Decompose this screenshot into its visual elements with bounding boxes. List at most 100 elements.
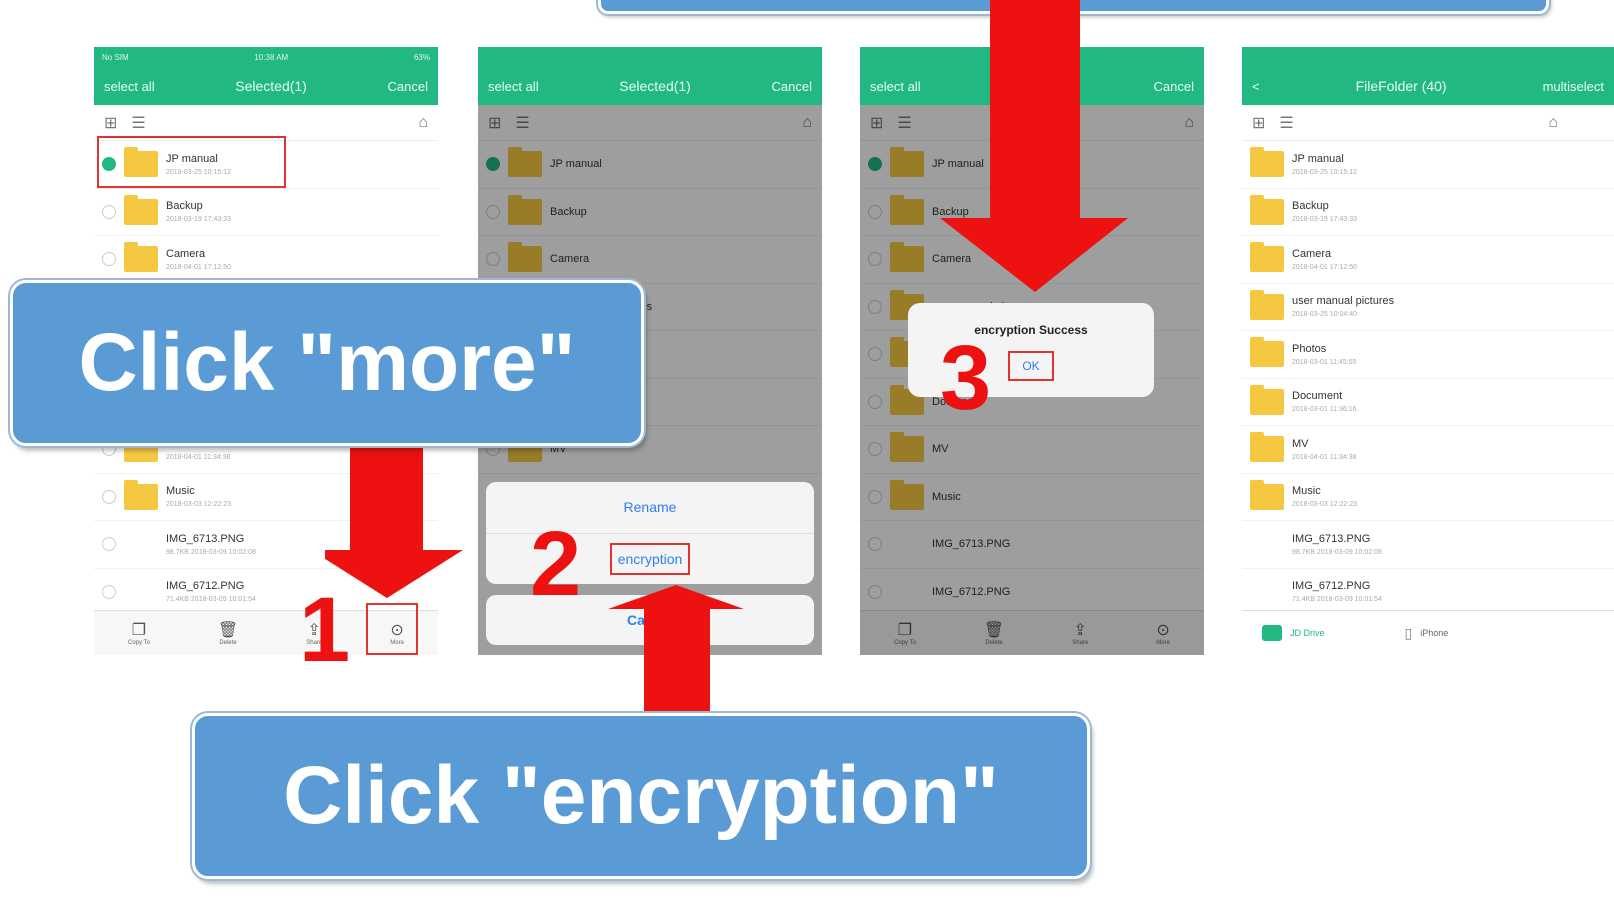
status-bar bbox=[1242, 47, 1614, 67]
select-all-button[interactable]: select all bbox=[488, 79, 539, 94]
item-date: 2018-04-01 11:34:38 bbox=[1292, 453, 1357, 461]
select-all-button[interactable]: select all bbox=[104, 79, 155, 94]
list-item[interactable]: user manual pictures 2018-03-25 10:04:40 bbox=[1242, 284, 1614, 331]
new-folder-icon[interactable]: ⊞ bbox=[1252, 113, 1265, 133]
sort-icon[interactable]: ☰ bbox=[131, 113, 145, 133]
delete-button[interactable]: 🗑 Delete bbox=[218, 620, 238, 646]
item-date: 2018-03-25 10:15:12 bbox=[1292, 168, 1357, 176]
list-item[interactable]: IMG_6713.PNG 98.7KB 2018-03-09 10:02:08 bbox=[1242, 521, 1614, 569]
item-meta: user manual pictures 2018-03-25 10:04:40 bbox=[1292, 295, 1394, 318]
step-3-label: 3 bbox=[940, 327, 992, 429]
item-date: 2018-03-19 17:43:33 bbox=[166, 216, 231, 224]
carrier-label: No SIM bbox=[102, 52, 129, 62]
list-item[interactable]: Camera 2018-04-01 17:12:50 bbox=[1242, 236, 1614, 284]
list-item[interactable]: Camera 2018-04-01 17:12:50 bbox=[94, 236, 438, 284]
item-date: 2018-03-03 12:22:23 bbox=[166, 501, 231, 509]
item-name: Music bbox=[166, 485, 195, 498]
item-meta: Photos 2018-03-01 11:45:55 bbox=[1292, 343, 1356, 366]
list-item[interactable]: Music 2018-03-03 12:22:23 bbox=[1242, 474, 1614, 521]
trash-icon: 🗑 bbox=[217, 622, 239, 639]
phone-tab[interactable]: iPhone bbox=[1420, 628, 1448, 638]
item-date: 2018-03-01 11:45:55 bbox=[1292, 358, 1357, 366]
click-encryption-callout: Click "encryption" bbox=[192, 713, 1090, 879]
list-item[interactable]: MV 2018-04-01 11:34:38 bbox=[1242, 426, 1614, 474]
item-meta: IMG_6712.PNG 71.4KB 2018-03-09 10:01:54 bbox=[1292, 580, 1382, 603]
copy-to-label: Copy To bbox=[128, 640, 150, 646]
nav-bar: < FileFolder (40) multiselect bbox=[1242, 67, 1614, 105]
home-icon[interactable]: ⌂ bbox=[418, 114, 428, 132]
item-date: 98.7KB 2018-03-09 10:02:08 bbox=[1292, 548, 1382, 556]
select-checkbox[interactable] bbox=[102, 489, 116, 504]
status-bar: No SIM 10:38 AM 63% bbox=[94, 47, 438, 67]
item-date: 2018-03-01 11:36:16 bbox=[1292, 406, 1357, 414]
nav-title: Selected(1) bbox=[235, 78, 307, 94]
item-date: 2018-04-01 17:12:50 bbox=[1292, 263, 1357, 271]
folder-icon bbox=[1250, 384, 1284, 415]
multiselect-button[interactable]: multiselect bbox=[1543, 79, 1604, 94]
select-all-button[interactable]: select all bbox=[870, 79, 921, 94]
item-name: MV bbox=[1292, 437, 1309, 450]
item-name: Document bbox=[1292, 390, 1343, 403]
image-thumbnail bbox=[124, 579, 158, 605]
item-meta: Backup 2018-03-19 17:43:33 bbox=[1292, 200, 1357, 223]
drive-tab[interactable]: JD Drive bbox=[1290, 628, 1325, 638]
item-name: IMG_6712.PNG bbox=[1292, 580, 1371, 593]
item-meta: Music 2018-03-03 12:22:23 bbox=[1292, 485, 1357, 508]
highlight-jp-manual bbox=[97, 136, 286, 188]
cancel-button[interactable]: Cancel bbox=[1154, 79, 1194, 94]
item-meta: IMG_6712.PNG 71.4KB 2018-03-09 10:01:54 bbox=[166, 580, 256, 603]
home-icon[interactable]: ⌂ bbox=[1548, 114, 1558, 132]
alert-ok-button[interactable]: OK bbox=[1008, 351, 1054, 381]
cancel-button[interactable]: Cancel bbox=[388, 79, 428, 94]
click-more-callout: Click "more" bbox=[10, 280, 644, 446]
highlight-more bbox=[366, 603, 418, 655]
back-button[interactable]: < bbox=[1252, 79, 1260, 94]
select-checkbox[interactable] bbox=[102, 252, 116, 267]
list-item[interactable]: Backup 2018-03-19 17:43:33 bbox=[94, 189, 438, 236]
select-checkbox[interactable] bbox=[102, 584, 116, 599]
item-date: 71.4KB 2018-03-09 10:01:54 bbox=[166, 596, 256, 604]
list-item[interactable]: Backup 2018-03-19 17:43:33 bbox=[1242, 189, 1614, 236]
arrow-down-to-ok bbox=[940, 0, 1128, 292]
arrow-down-to-more bbox=[325, 440, 463, 598]
new-folder-icon[interactable]: ⊞ bbox=[104, 113, 117, 133]
item-date: 2018-03-25 10:04:40 bbox=[1292, 311, 1357, 319]
folder-icon bbox=[1250, 194, 1284, 225]
list-item[interactable]: Document 2018-03-01 11:36:16 bbox=[1242, 379, 1614, 426]
item-name: user manual pictures bbox=[1292, 295, 1395, 308]
item-date: 2018-03-03 12:22:23 bbox=[1292, 501, 1357, 509]
folder-icon bbox=[124, 194, 158, 225]
sort-icon[interactable]: ☰ bbox=[1279, 113, 1293, 133]
copy-icon: ❐ bbox=[131, 622, 147, 639]
nav-bar: select all Selected(1) Cancel bbox=[478, 67, 822, 105]
item-name: JP manual bbox=[1292, 152, 1344, 165]
folder-icon bbox=[1250, 479, 1284, 510]
nav-bar: select all Selected(1) Cancel bbox=[94, 67, 438, 105]
clock: 10:38 AM bbox=[254, 52, 289, 62]
folder-icon bbox=[1250, 147, 1284, 178]
delete-label: Delete bbox=[219, 640, 237, 646]
select-checkbox[interactable] bbox=[102, 537, 116, 552]
item-name: Camera bbox=[166, 247, 206, 260]
item-meta: IMG_6713.PNG 98.7KB 2018-03-09 10:02:08 bbox=[166, 533, 256, 556]
cancel-button[interactable]: Cancel bbox=[772, 79, 812, 94]
arrow-up-to-encryption bbox=[608, 585, 744, 715]
item-meta: Camera 2018-04-01 17:12:50 bbox=[166, 248, 231, 271]
list-item[interactable]: IMG_6712.PNG 71.4KB 2018-03-09 10:01:54 bbox=[1242, 569, 1614, 616]
item-meta: IMG_6713.PNG 98.7KB 2018-03-09 10:02:08 bbox=[1292, 533, 1382, 556]
select-checkbox[interactable] bbox=[102, 204, 116, 219]
item-meta: Backup 2018-03-19 17:43:33 bbox=[166, 200, 231, 223]
item-meta: MV 2018-04-01 11:34:38 bbox=[1292, 438, 1356, 461]
item-date: 98.7KB 2018-03-09 10:02:08 bbox=[166, 548, 256, 556]
file-list: JP manual 2018-03-25 10:15:12 Backup 2018-0… bbox=[1242, 141, 1614, 616]
folder-icon bbox=[124, 242, 158, 273]
folder-icon bbox=[1250, 432, 1284, 463]
list-item[interactable]: Photos 2018-03-01 11:45:55 bbox=[1242, 331, 1614, 379]
folder-icon bbox=[124, 479, 158, 510]
list-item[interactable]: JP manual 2018-03-25 10:15:12 bbox=[1242, 141, 1614, 189]
image-thumbnail bbox=[124, 531, 158, 557]
item-name: Camera bbox=[1292, 247, 1332, 260]
image-thumbnail bbox=[1250, 579, 1284, 605]
item-meta: Document 2018-03-01 11:36:16 bbox=[1292, 390, 1356, 413]
copy-to-button[interactable]: ❐ Copy To bbox=[128, 620, 150, 646]
